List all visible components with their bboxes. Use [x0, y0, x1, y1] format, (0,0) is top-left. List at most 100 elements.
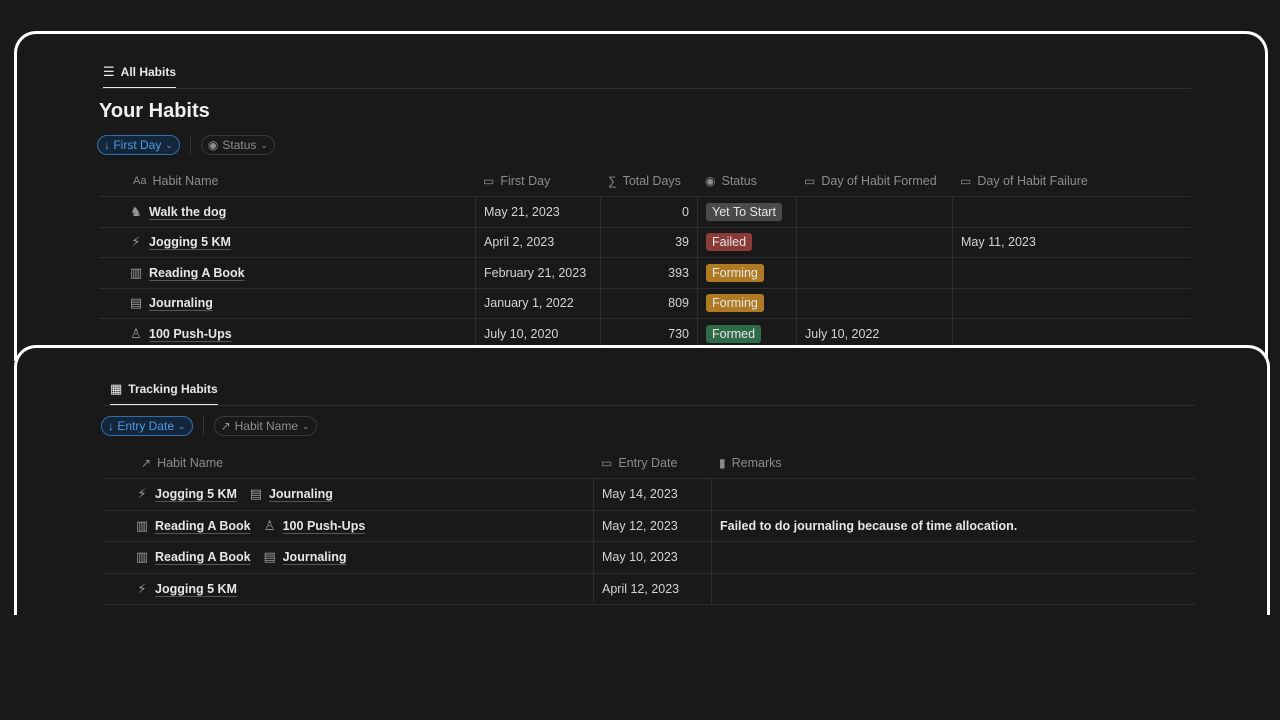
- status-cell[interactable]: Forming: [697, 258, 796, 288]
- status-badge: Formed: [706, 324, 762, 343]
- column-header-label: Habit Name: [152, 173, 219, 188]
- entry-date-value: May 12, 2023: [602, 518, 678, 533]
- page-title: Your Habits: [99, 100, 210, 122]
- entry-date-value: May 14, 2023: [602, 487, 678, 502]
- column-header-habit-name[interactable]: Aa Habit Name: [99, 165, 475, 196]
- habit-name-cell[interactable]: ▥ Reading A Book ♙ 100 Push-Ups: [103, 511, 593, 542]
- habit-relation-chip[interactable]: ▤ Journaling: [247, 486, 333, 502]
- remarks-cell[interactable]: Failed to do journaling because of time …: [711, 510, 1195, 541]
- habit-relation-chip[interactable]: ▥ Reading A Book: [133, 518, 251, 534]
- remarks-cell[interactable]: [711, 479, 1195, 510]
- sort-first-day-button[interactable]: ↓ First Day ⌄: [97, 135, 180, 155]
- runner-icon: ⚡: [137, 486, 147, 502]
- status-cell[interactable]: Forming: [697, 288, 796, 318]
- remarks-value: Failed to do journaling because of time …: [720, 518, 1018, 533]
- habit-name-link[interactable]: 100 Push-Ups: [283, 519, 366, 533]
- table-row[interactable]: ⚡ Jogging 5 KM ▤ Journaling May 14, 2023: [103, 479, 1195, 511]
- habit-formed-cell[interactable]: [796, 288, 952, 318]
- habit-failure-cell[interactable]: May 11, 2023: [952, 227, 1191, 257]
- column-header-remarks[interactable]: ▮ Remarks: [711, 448, 1195, 478]
- status-filter-button[interactable]: ◉ Status ⌄: [200, 135, 275, 155]
- habit-name-link[interactable]: Jogging 5 KM: [155, 582, 237, 596]
- first-day-cell[interactable]: May 21, 2023: [475, 197, 600, 227]
- habit-name-link[interactable]: Reading A Book: [155, 550, 251, 564]
- first-day-cell[interactable]: April 2, 2023: [475, 227, 600, 257]
- column-header-habit-name[interactable]: ↗ Habit Name: [103, 448, 593, 478]
- habit-relation-chip[interactable]: ⚡ Jogging 5 KM: [133, 486, 237, 502]
- habit-name-cell[interactable]: ▥ Reading A Book ▤ Journaling: [103, 542, 593, 573]
- table-row[interactable]: ⚡ Jogging 5 KM April 2, 2023 39 Failed May 11…: [99, 227, 1191, 258]
- first-day-cell[interactable]: February 21, 2023: [475, 258, 600, 288]
- first-day-value: January 1, 2022: [484, 296, 574, 311]
- habit-relation-chip[interactable]: ▥ Reading A Book: [133, 549, 251, 565]
- first-day-cell[interactable]: January 1, 2022: [475, 288, 600, 318]
- habit-name-link[interactable]: Jogging 5 KM: [155, 487, 237, 501]
- habit-name-link[interactable]: 100 Push-Ups: [149, 327, 232, 341]
- column-header-entry-date[interactable]: ▭ Entry Date: [593, 448, 711, 478]
- habit-name-filter-button[interactable]: ↗ Habit Name ⌄: [213, 416, 317, 436]
- status-icon: ◉: [705, 173, 716, 188]
- sort-first-day-label: ↓ First Day: [104, 138, 162, 152]
- total-days-value: 730: [668, 326, 689, 341]
- habit-name-cell[interactable]: ⚡ Jogging 5 KM ▤ Journaling: [103, 479, 593, 510]
- table-row[interactable]: ▥ Reading A Book ▤ Journaling May 10, 2023: [103, 542, 1195, 574]
- entry-date-cell[interactable]: May 12, 2023: [593, 510, 711, 541]
- habit-relation-chip[interactable]: ⚡ Jogging 5 KM: [133, 581, 237, 597]
- notebook-icon: ▤: [263, 549, 276, 565]
- table-row[interactable]: ▥ Reading A Book February 21, 2023 393 Formi…: [99, 258, 1191, 289]
- tab-tracking-habits[interactable]: ▦ Tracking Habits: [110, 381, 218, 406]
- habit-failure-cell[interactable]: [952, 258, 1191, 288]
- habit-name-cell[interactable]: ⚡ Jogging 5 KM: [99, 228, 475, 258]
- habit-name-link[interactable]: Reading A Book: [149, 266, 245, 280]
- calendar-icon: ▭: [483, 173, 495, 188]
- habit-name-link[interactable]: Reading A Book: [155, 519, 251, 533]
- remarks-cell[interactable]: [711, 573, 1195, 604]
- tracking-table: ↗ Habit Name ▭ Entry Date ▮ Remarks ⚡ Jogging 5…: [103, 448, 1195, 608]
- habit-formed-cell[interactable]: [796, 258, 952, 288]
- filter-divider: [202, 416, 204, 436]
- column-header-status[interactable]: ◉ Status: [697, 165, 796, 196]
- entry-date-value: May 10, 2023: [602, 550, 678, 565]
- column-header-label: Day of Habit Failure: [977, 173, 1088, 188]
- habit-failure-cell[interactable]: [952, 288, 1191, 318]
- relation-arrow-icon: ↗: [141, 456, 152, 470]
- habit-formed-cell[interactable]: [796, 227, 952, 257]
- habit-name-cell[interactable]: ▥ Reading A Book: [99, 258, 475, 288]
- habit-name-filter-label: Habit Name: [234, 419, 298, 433]
- habit-name-link[interactable]: Journaling: [283, 550, 347, 564]
- column-header-label: Entry Date: [618, 456, 678, 470]
- book-icon: ▥: [135, 517, 149, 533]
- status-cell[interactable]: Failed: [697, 227, 796, 257]
- habit-name-cell[interactable]: ♞ Walk the dog: [99, 197, 475, 227]
- tab-all-habits[interactable]: ☰ All Habits: [103, 64, 176, 89]
- habit-name-link[interactable]: Walk the dog: [149, 205, 226, 219]
- habit-name-link[interactable]: Journaling: [149, 296, 213, 310]
- table-row[interactable]: ▤ Journaling January 1, 2022 809 Forming: [99, 288, 1191, 319]
- habit-name-cell[interactable]: ▤ Journaling: [99, 289, 475, 319]
- column-header-day-of-habit-formed[interactable]: ▭ Day of Habit Formed: [796, 165, 952, 196]
- table-row[interactable]: ♞ Walk the dog May 21, 2023 0 Yet To Start: [99, 197, 1191, 228]
- table-row[interactable]: ⚡ Jogging 5 KM April 12, 2023: [103, 573, 1195, 605]
- column-header-total-days[interactable]: ∑ Total Days: [600, 165, 697, 196]
- column-header-label: Habit Name: [157, 456, 224, 470]
- remarks-cell[interactable]: [711, 542, 1195, 573]
- entry-date-cell[interactable]: April 12, 2023: [593, 573, 711, 604]
- status-cell[interactable]: Yet To Start: [697, 197, 796, 227]
- column-header-day-of-habit-failure[interactable]: ▭ Day of Habit Failure: [952, 165, 1191, 196]
- habit-name-cell[interactable]: ⚡ Jogging 5 KM: [103, 574, 593, 605]
- table-row[interactable]: ▥ Reading A Book ♙ 100 Push-Ups May 12, 2023…: [103, 510, 1195, 542]
- habit-formed-cell[interactable]: [796, 197, 952, 227]
- total-days-cell: 393: [600, 258, 697, 288]
- column-header-first-day[interactable]: ▭ First Day: [475, 165, 600, 196]
- entry-date-value: April 12, 2023: [602, 581, 680, 596]
- sort-entry-date-button[interactable]: ↓ Entry Date ⌄: [101, 416, 193, 436]
- tab-tracking-habits-label: Tracking Habits: [128, 382, 218, 396]
- habit-relation-chip[interactable]: ▤ Journaling: [261, 549, 347, 565]
- habit-name-link[interactable]: Jogging 5 KM: [149, 235, 231, 249]
- habit-relation-chip[interactable]: ♙ 100 Push-Ups: [261, 518, 366, 534]
- first-day-value: July 10, 2020: [484, 326, 559, 341]
- entry-date-cell[interactable]: May 14, 2023: [593, 479, 711, 510]
- entry-date-cell[interactable]: May 10, 2023: [593, 542, 711, 573]
- habit-name-link[interactable]: Journaling: [269, 487, 333, 501]
- habit-failure-cell[interactable]: [952, 197, 1191, 227]
